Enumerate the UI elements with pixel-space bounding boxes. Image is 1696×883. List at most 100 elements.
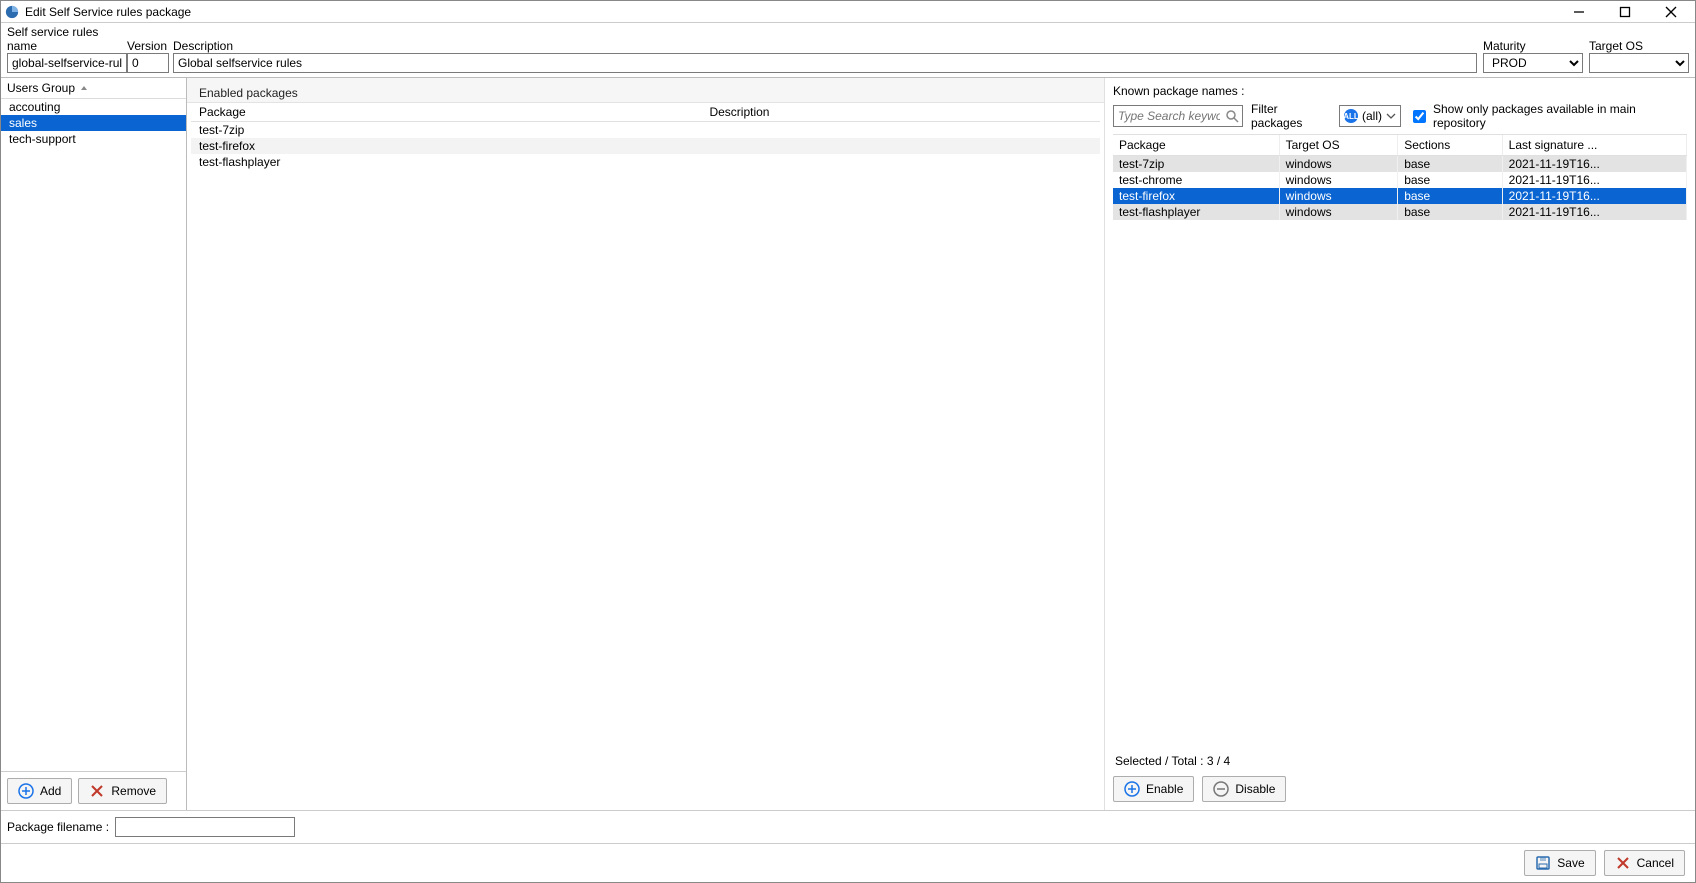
cell-package: test-flashplayer xyxy=(1113,204,1279,220)
field-version: Version xyxy=(127,39,169,73)
cell-sections: base xyxy=(1398,172,1502,188)
enabled-col-header[interactable]: Description xyxy=(701,103,1100,122)
add-button-label: Add xyxy=(40,784,61,798)
known-controls: Filter packages ALL (all) Show only pack… xyxy=(1113,102,1687,130)
known-row[interactable]: test-chromewindowsbase2021-11-19T16... xyxy=(1113,172,1687,188)
cancel-button-label: Cancel xyxy=(1637,856,1674,870)
cell-package: test-chrome xyxy=(1113,172,1279,188)
users-pane: Users Group accoutingsalestech-support A… xyxy=(1,78,187,810)
cell-targetos: windows xyxy=(1279,188,1398,204)
search-wrap xyxy=(1113,105,1243,127)
known-row[interactable]: test-firefoxwindowsbase2021-11-19T16... xyxy=(1113,188,1687,204)
cell-sections: base xyxy=(1398,188,1502,204)
known-packages-pane: Known package names : Filter packages AL… xyxy=(1105,78,1695,810)
main-area: Users Group accoutingsalestech-support A… xyxy=(1,77,1695,810)
cancel-button[interactable]: Cancel xyxy=(1604,850,1685,876)
cell-description xyxy=(701,138,1100,154)
search-icon xyxy=(1225,109,1239,123)
known-packages-table[interactable]: PackageTarget OSSectionsLast signature .… xyxy=(1113,135,1687,220)
field-targetos: Target OS xyxy=(1589,39,1689,73)
search-input[interactable] xyxy=(1113,105,1243,127)
input-version[interactable] xyxy=(127,53,169,73)
window-title: Edit Self Service rules package xyxy=(25,5,1565,19)
disable-button-label: Disable xyxy=(1235,782,1275,796)
enabled-table-wrap: PackageDescription test-7ziptest-firefox… xyxy=(187,103,1104,810)
enable-button-label: Enable xyxy=(1146,782,1183,796)
dialog-footer: Save Cancel xyxy=(1,843,1695,882)
save-button-label: Save xyxy=(1557,856,1584,870)
cell-description xyxy=(701,122,1100,139)
disable-button[interactable]: Disable xyxy=(1202,776,1286,802)
save-icon xyxy=(1535,855,1551,871)
enabled-row[interactable]: test-flashplayer xyxy=(191,154,1100,170)
enable-button[interactable]: Enable xyxy=(1113,776,1194,802)
package-filename-row: Package filename : xyxy=(1,810,1695,843)
sort-asc-icon xyxy=(79,83,89,93)
users-list-item[interactable]: accouting xyxy=(1,99,186,115)
show-repo-checkbox[interactable] xyxy=(1413,110,1426,123)
input-description[interactable] xyxy=(173,53,1477,73)
cell-targetos: windows xyxy=(1279,156,1398,173)
cell-package: test-firefox xyxy=(191,138,701,154)
add-user-group-button[interactable]: Add xyxy=(7,778,72,804)
known-col-header[interactable]: Last signature ... xyxy=(1502,135,1686,156)
known-row[interactable]: test-flashplayerwindowsbase2021-11-19T16… xyxy=(1113,204,1687,220)
x-icon xyxy=(89,783,105,799)
users-header-label: Users Group xyxy=(7,81,75,95)
filter-value: (all) xyxy=(1362,109,1382,123)
close-button[interactable] xyxy=(1657,3,1685,21)
save-button[interactable]: Save xyxy=(1524,850,1595,876)
cell-package: test-7zip xyxy=(1113,156,1279,173)
enabled-col-header[interactable]: Package xyxy=(191,103,701,122)
known-col-header[interactable]: Package xyxy=(1113,135,1279,156)
titlebar: Edit Self Service rules package xyxy=(1,1,1695,23)
filter-packages-select[interactable]: ALL (all) xyxy=(1339,105,1401,127)
show-repo-checkbox-row[interactable]: Show only packages available in main rep… xyxy=(1409,102,1687,130)
cell-description xyxy=(701,154,1100,170)
cell-targetos: windows xyxy=(1279,172,1398,188)
header-row: Self service rules name Version Descript… xyxy=(1,23,1695,77)
remove-user-group-button[interactable]: Remove xyxy=(78,778,167,804)
select-targetos[interactable] xyxy=(1589,53,1689,73)
known-col-header[interactable]: Sections xyxy=(1398,135,1502,156)
known-col-header[interactable]: Target OS xyxy=(1279,135,1398,156)
maximize-button[interactable] xyxy=(1611,3,1639,21)
minimize-button[interactable] xyxy=(1565,3,1593,21)
select-maturity[interactable]: PROD xyxy=(1483,53,1583,73)
label-version: Version xyxy=(127,39,169,53)
minimize-icon xyxy=(1573,6,1585,18)
field-maturity: Maturity PROD xyxy=(1483,39,1583,73)
close-icon xyxy=(1665,6,1677,18)
users-list-item[interactable]: sales xyxy=(1,115,186,131)
users-list-item[interactable]: tech-support xyxy=(1,131,186,147)
window: Edit Self Service rules package Self ser… xyxy=(0,0,1696,883)
center-right: Enabled packages PackageDescription test… xyxy=(187,78,1695,810)
field-rules-name: Self service rules name xyxy=(7,25,127,73)
package-filename-input[interactable] xyxy=(115,817,295,837)
maximize-icon xyxy=(1619,6,1631,18)
users-list[interactable]: accoutingsalestech-support xyxy=(1,99,186,771)
label-description: Description xyxy=(173,39,1477,53)
known-row[interactable]: test-7zipwindowsbase2021-11-19T16... xyxy=(1113,156,1687,173)
known-buttons: Enable Disable xyxy=(1113,772,1687,810)
window-controls xyxy=(1565,3,1691,21)
cell-sig: 2021-11-19T16... xyxy=(1502,188,1686,204)
input-rules-name[interactable] xyxy=(7,53,127,73)
cell-package: test-7zip xyxy=(191,122,701,139)
minus-circle-icon xyxy=(1213,781,1229,797)
app-icon xyxy=(5,5,19,19)
cell-package: test-firefox xyxy=(1113,188,1279,204)
remove-button-label: Remove xyxy=(111,784,156,798)
filter-label: Filter packages xyxy=(1251,102,1331,130)
enabled-row[interactable]: test-firefox xyxy=(191,138,1100,154)
enabled-packages-title: Enabled packages xyxy=(187,78,1104,103)
cell-package: test-flashplayer xyxy=(191,154,701,170)
enabled-packages-table[interactable]: PackageDescription test-7ziptest-firefox… xyxy=(191,103,1100,170)
cell-sig: 2021-11-19T16... xyxy=(1502,204,1686,220)
cell-sections: base xyxy=(1398,204,1502,220)
enabled-row[interactable]: test-7zip xyxy=(191,122,1100,139)
cell-sections: base xyxy=(1398,156,1502,173)
known-packages-title: Known package names : xyxy=(1113,82,1687,102)
users-header[interactable]: Users Group xyxy=(1,78,186,99)
package-filename-label: Package filename : xyxy=(7,820,109,834)
